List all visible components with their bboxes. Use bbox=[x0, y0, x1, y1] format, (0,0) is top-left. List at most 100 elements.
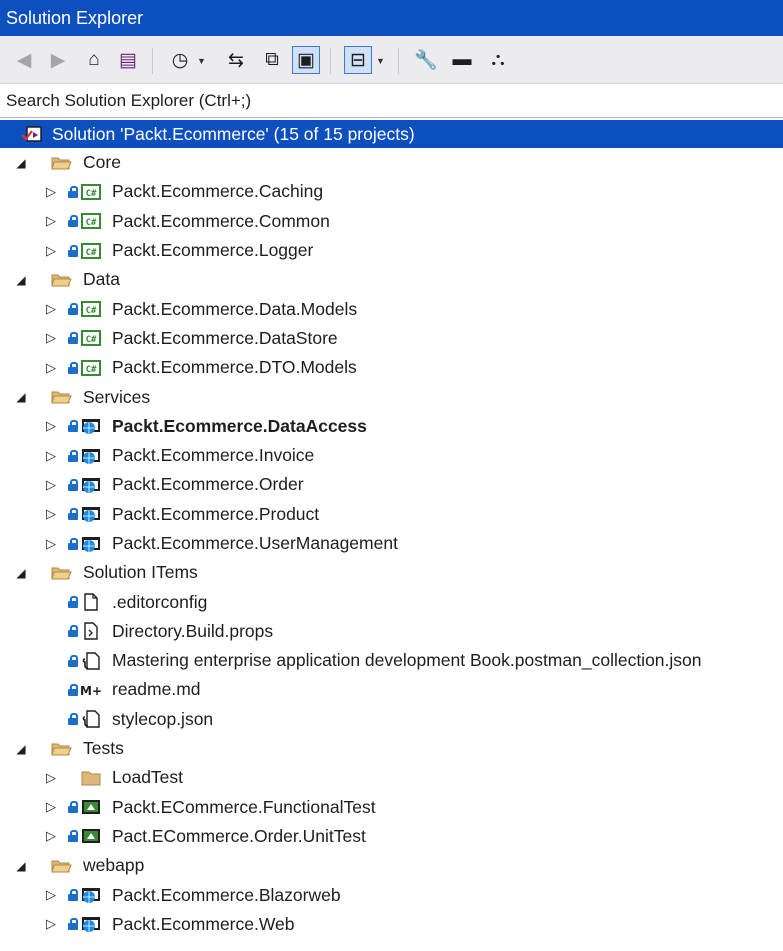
tree-item-label: Packt.Ecommerce.DataAccess bbox=[112, 415, 367, 436]
tree-item[interactable]: ▷ Packt.Ecommerce.DataAccess bbox=[0, 412, 783, 441]
tree-item[interactable]: ▷ Packt.Ecommerce.UserManagement bbox=[0, 529, 783, 558]
json-file-icon bbox=[80, 651, 102, 671]
expanded-chevron-icon[interactable]: ◢ bbox=[14, 156, 28, 170]
tree-item[interactable]: ▷ Packt.Ecommerce.Order bbox=[0, 470, 783, 499]
tree-item-label: LoadTest bbox=[112, 767, 184, 788]
switch-views-icon: ▤ bbox=[119, 49, 137, 71]
tree-item[interactable]: ▷ Packt.Ecommerce.Web bbox=[0, 910, 783, 939]
properties-icon: 🔧 bbox=[414, 50, 438, 71]
collapsed-chevron-icon[interactable]: ▷ bbox=[44, 916, 58, 932]
collapsed-chevron-icon[interactable]: ▷ bbox=[44, 243, 58, 259]
refresh-button[interactable]: ⧉ bbox=[258, 46, 286, 74]
collapsed-chevron-icon[interactable]: ▷ bbox=[44, 536, 58, 552]
tree-item-label: Solution ITems bbox=[83, 562, 198, 583]
tree-item[interactable]: ▷ C# Packt.Ecommerce.Common bbox=[0, 207, 783, 236]
tree-folder-item[interactable]: ◢ Solution ITems bbox=[0, 558, 783, 587]
collapsed-chevron-icon[interactable]: ▷ bbox=[44, 330, 58, 346]
csharp-project-icon: C# bbox=[80, 299, 102, 319]
home-button[interactable]: ⌂ bbox=[80, 46, 108, 74]
tree-item-label: Packt.Ecommerce.Common bbox=[112, 210, 330, 231]
tree-item[interactable]: ▷ C# Packt.Ecommerce.Data.Models bbox=[0, 294, 783, 323]
collapsed-chevron-icon[interactable]: ▷ bbox=[44, 770, 58, 786]
lock-icon bbox=[68, 185, 78, 198]
collapsed-chevron-icon[interactable]: ▷ bbox=[44, 828, 58, 844]
folder-open-icon bbox=[50, 153, 72, 173]
tree-item-label: Directory.Build.props bbox=[112, 620, 274, 641]
lock-icon bbox=[68, 683, 78, 696]
tree-folder-item[interactable]: ◢ Services bbox=[0, 382, 783, 411]
tree-item[interactable]: ▷ Packt.Ecommerce.Blazorweb bbox=[0, 880, 783, 909]
toolbar-separator bbox=[330, 48, 331, 74]
web-project-icon bbox=[80, 885, 102, 905]
tree-item-label: Services bbox=[83, 386, 151, 407]
tree-item[interactable]: ▷ C# Packt.Ecommerce.DataStore bbox=[0, 324, 783, 353]
tree-item[interactable]: ▷ Packt.ECommerce.FunctionalTest bbox=[0, 793, 783, 822]
tree-folder-item[interactable]: ◢ webapp bbox=[0, 851, 783, 880]
tree-item[interactable]: ▷ C# Packt.Ecommerce.Caching bbox=[0, 177, 783, 206]
collapsed-chevron-icon[interactable]: ▷ bbox=[44, 887, 58, 903]
tree-item[interactable]: stylecop.json bbox=[0, 705, 783, 734]
expanded-chevron-icon[interactable]: ◢ bbox=[14, 742, 28, 756]
collapsed-chevron-icon[interactable]: ▷ bbox=[44, 213, 58, 229]
tree-folder-item[interactable]: ▷ LoadTest bbox=[0, 763, 783, 792]
tree-folder-item[interactable]: ◢ Core bbox=[0, 148, 783, 177]
config-file-icon bbox=[80, 592, 102, 612]
switch-views-button[interactable]: ▤ bbox=[114, 46, 142, 74]
show-all-files-button[interactable]: ▣ bbox=[292, 46, 320, 74]
collapsed-chevron-icon[interactable]: ▷ bbox=[44, 799, 58, 815]
tree-item[interactable]: .editorconfig bbox=[0, 587, 783, 616]
tree-item[interactable]: M+ readme.md bbox=[0, 675, 783, 704]
collapsed-chevron-icon[interactable]: ▷ bbox=[44, 418, 58, 434]
expanded-chevron-icon[interactable]: ◢ bbox=[14, 273, 28, 287]
lock-icon bbox=[68, 478, 78, 491]
tree-item[interactable]: Directory.Build.props bbox=[0, 617, 783, 646]
preview-selected-items-icon: ▬ bbox=[452, 49, 472, 70]
toolbar: ◀ ▶ ⌂ ▤ ◷ ▼ ⇆ ⧉ ▣ ⊟ ▼ 🔧 ▬ ⛬ bbox=[0, 36, 783, 84]
tree-item[interactable]: ▷ C# Packt.Ecommerce.DTO.Models bbox=[0, 353, 783, 382]
csharp-project-icon: C# bbox=[80, 358, 102, 378]
tree-item[interactable]: Mastering enterprise application develop… bbox=[0, 646, 783, 675]
lock-icon bbox=[68, 713, 78, 726]
pending-changes-dropdown[interactable]: ▼ bbox=[197, 56, 206, 66]
web-project-icon bbox=[80, 446, 102, 466]
back-button[interactable]: ◀ bbox=[10, 46, 38, 74]
tree-item-label: webapp bbox=[83, 855, 145, 876]
tree-item[interactable]: ▷ Packt.Ecommerce.Product bbox=[0, 500, 783, 529]
sync-with-active-document-button[interactable]: ⇆ bbox=[222, 46, 250, 74]
tree-item[interactable]: ▷ Pact.ECommerce.Order.UnitTest bbox=[0, 822, 783, 851]
tree-item-label: Pact.ECommerce.Order.UnitTest bbox=[112, 825, 366, 846]
tree-item-label: Mastering enterprise application develop… bbox=[112, 650, 702, 671]
pending-changes-filter-button[interactable]: ◷ bbox=[166, 46, 194, 74]
collapsed-chevron-icon[interactable]: ▷ bbox=[44, 360, 58, 376]
collapsed-chevron-icon[interactable]: ▷ bbox=[44, 506, 58, 522]
tree-item[interactable]: ▷ C# Packt.Ecommerce.Logger bbox=[0, 236, 783, 265]
collapse-dropdown[interactable]: ▼ bbox=[376, 56, 385, 66]
tree-item-label: Packt.Ecommerce.Invoice bbox=[112, 445, 315, 466]
expanded-chevron-icon[interactable]: ◢ bbox=[14, 390, 28, 404]
forward-button[interactable]: ▶ bbox=[44, 46, 72, 74]
class-view-button[interactable]: ⛬ bbox=[484, 46, 512, 74]
svg-text:C#: C# bbox=[86, 335, 97, 345]
tree-item[interactable]: ▷ Packt.Ecommerce.Invoice bbox=[0, 441, 783, 470]
collapsed-chevron-icon[interactable]: ▷ bbox=[44, 301, 58, 317]
lock-icon bbox=[68, 215, 78, 228]
expanded-chevron-icon[interactable]: ◢ bbox=[14, 859, 28, 873]
tree-folder-item[interactable]: ◢ Tests bbox=[0, 734, 783, 763]
home-icon: ⌂ bbox=[88, 49, 100, 70]
lock-icon bbox=[68, 420, 78, 433]
preview-selected-items-button[interactable]: ▬ bbox=[448, 46, 476, 74]
search-input[interactable]: Search Solution Explorer (Ctrl+;) bbox=[0, 84, 783, 118]
tree-folder-item[interactable]: ◢ Data bbox=[0, 265, 783, 294]
tree-item-label: Packt.ECommerce.FunctionalTest bbox=[112, 796, 376, 817]
collapsed-chevron-icon[interactable]: ▷ bbox=[44, 477, 58, 493]
collapsed-chevron-icon[interactable]: ▷ bbox=[44, 184, 58, 200]
collapsed-chevron-icon[interactable]: ▷ bbox=[44, 448, 58, 464]
folder-icon bbox=[80, 768, 102, 788]
tree-item-label: .editorconfig bbox=[112, 591, 208, 612]
lock-icon bbox=[68, 654, 78, 667]
expanded-chevron-icon[interactable]: ◢ bbox=[14, 566, 28, 580]
collapse-all-button[interactable]: ⊟ bbox=[344, 46, 372, 74]
properties-button[interactable]: 🔧 bbox=[412, 46, 440, 74]
tree-solution-item[interactable]: Solution 'Packt.Ecommerce' (15 of 15 pro… bbox=[0, 120, 783, 148]
tree-item-label: Packt.Ecommerce.Logger bbox=[112, 240, 314, 261]
